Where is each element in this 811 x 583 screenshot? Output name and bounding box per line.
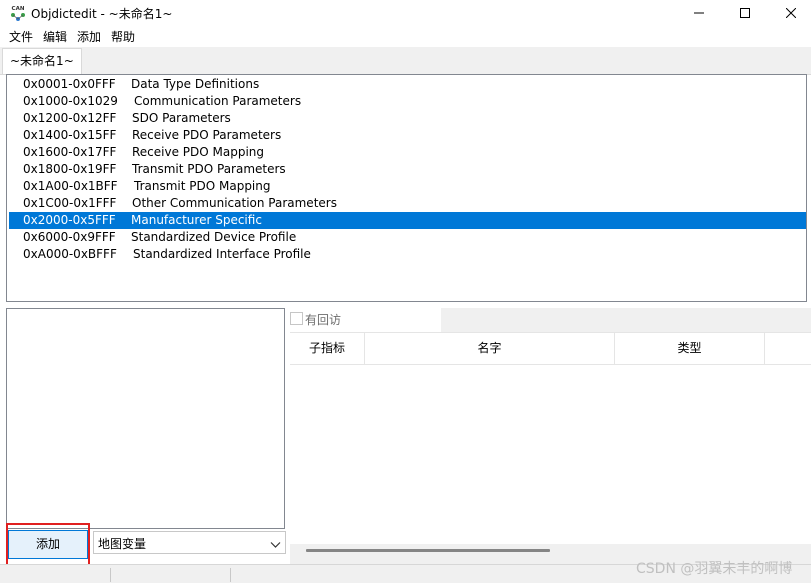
range-code: 0x6000-0x9FFF [23, 230, 116, 244]
index-entry-list[interactable] [6, 308, 285, 529]
range-code: 0xA000-0xBFFF [23, 247, 117, 261]
list-item[interactable]: 0x1800-0x19FF Transmit PDO Parameters [9, 161, 806, 178]
callback-checkbox[interactable] [290, 312, 303, 325]
maximize-button[interactable] [722, 0, 768, 26]
add-type-value: 地图变量 [98, 537, 147, 551]
list-item[interactable]: 0xA000-0xBFFF Standardized Interface Pro… [9, 246, 806, 263]
status-divider [230, 568, 231, 582]
list-item[interactable]: 0x1400-0x15FF Receive PDO Parameters [9, 127, 806, 144]
toolbar-strip [441, 308, 811, 332]
range-name: Data Type Definitions [131, 77, 260, 91]
close-button[interactable] [768, 0, 811, 26]
index-range-list[interactable]: 0x0001-0x0FFF Data Type Definitions 0x10… [6, 74, 807, 302]
list-item[interactable]: 0x1600-0x17FF Receive PDO Mapping [9, 144, 806, 161]
maximize-icon [740, 8, 750, 18]
range-name: Communication Parameters [134, 94, 302, 108]
range-code: 0x1000-0x1029 [23, 94, 118, 108]
menu-file[interactable]: 文件 [0, 28, 39, 47]
tab-untitled[interactable]: ~未命名1~ [2, 48, 82, 74]
tab-strip [0, 47, 811, 75]
table-header: 子指标 名字 类型 [290, 332, 811, 365]
column-header-type[interactable]: 类型 [615, 333, 765, 364]
range-code: 0x2000-0x5FFF [23, 213, 116, 227]
range-name: Transmit PDO Parameters [132, 162, 286, 176]
menu-bar: 文件 编辑 添加 帮助 [0, 28, 811, 47]
range-code: 0x0001-0x0FFF [23, 77, 116, 91]
range-code: 0x1800-0x19FF [23, 162, 117, 176]
app-icon-label: CAN [12, 6, 25, 12]
list-item[interactable]: 0x1200-0x12FF SDO Parameters [9, 110, 806, 127]
range-code: 0x1600-0x17FF [23, 145, 117, 159]
range-name: Receive PDO Parameters [132, 128, 282, 142]
range-name: SDO Parameters [132, 111, 231, 125]
app-icon: CAN [9, 4, 27, 22]
minimize-icon [694, 12, 704, 14]
add-button[interactable]: 添加 [8, 530, 88, 559]
range-code: 0x1200-0x12FF [23, 111, 117, 125]
range-code: 0x1400-0x15FF [23, 128, 117, 142]
range-name: Standardized Device Profile [131, 230, 297, 244]
list-item[interactable]: 0x1A00-0x1BFF Transmit PDO Mapping [9, 178, 806, 195]
range-name: Other Communication Parameters [132, 196, 337, 210]
close-icon [786, 8, 796, 18]
horizontal-scrollbar[interactable] [306, 549, 550, 552]
chevron-down-icon[interactable] [270, 538, 281, 548]
column-header-subindex[interactable]: 子指标 [290, 333, 365, 364]
range-code: 0x1A00-0x1BFF [23, 179, 118, 193]
list-item[interactable]: 0x6000-0x9FFF Standardized Device Profil… [9, 229, 806, 246]
column-header-name[interactable]: 名字 [365, 333, 615, 364]
status-divider [110, 568, 111, 582]
range-code: 0x1C00-0x1FFF [23, 196, 117, 210]
menu-help[interactable]: 帮助 [107, 28, 141, 47]
range-name: Standardized Interface Profile [133, 247, 311, 261]
minimize-button[interactable] [676, 0, 722, 26]
list-item[interactable]: 0x1C00-0x1FFF Other Communication Parame… [9, 195, 806, 212]
range-name: Receive PDO Mapping [132, 145, 265, 159]
list-item-selected[interactable]: 0x2000-0x5FFF Manufacturer Specific [9, 212, 806, 229]
watermark: CSDN @羽翼未丰的啊博 [636, 561, 793, 577]
list-item[interactable]: 0x0001-0x0FFF Data Type Definitions [9, 76, 806, 93]
range-name: Transmit PDO Mapping [134, 179, 271, 193]
list-item[interactable]: 0x1000-0x1029 Communication Parameters [9, 93, 806, 110]
menu-add[interactable]: 添加 [73, 28, 107, 47]
callback-label: 有回访 [305, 313, 342, 327]
window-title: Objdictedit - ~未命名1~ [31, 7, 173, 21]
range-name: Manufacturer Specific [131, 213, 262, 227]
menu-edit[interactable]: 编辑 [39, 28, 73, 47]
